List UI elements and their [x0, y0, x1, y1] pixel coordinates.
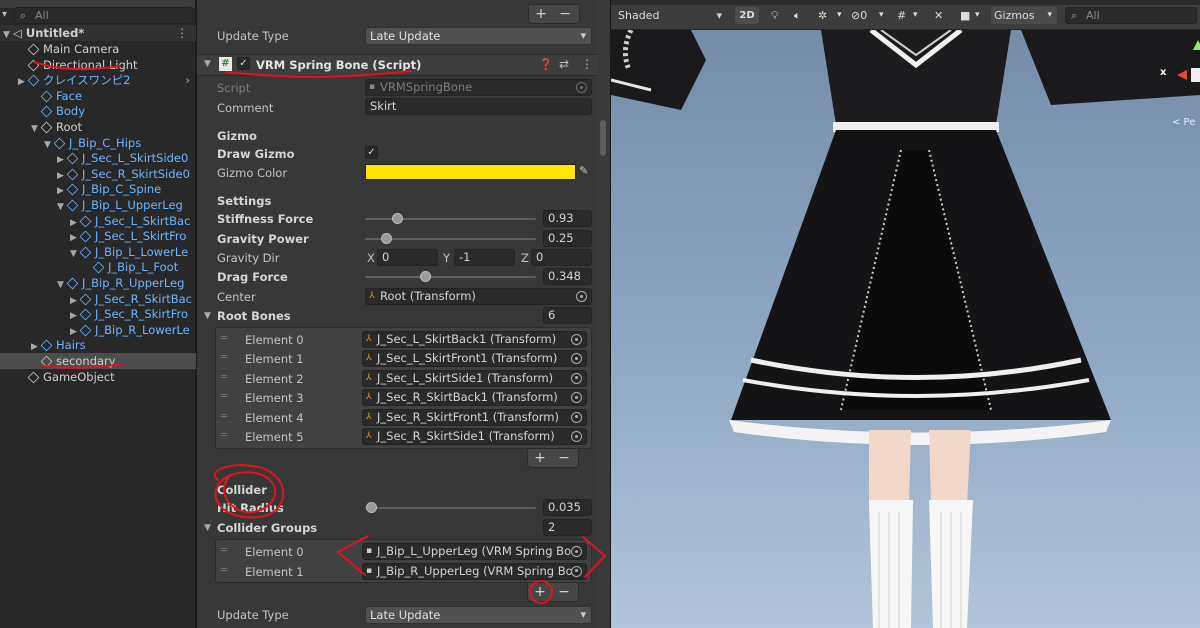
annotation-bracket-right	[582, 536, 607, 578]
annotation-underline-prefab	[33, 61, 121, 71]
annotation-bracket-left	[336, 535, 369, 576]
annotation-underline-component	[225, 70, 411, 78]
annotation-underline-secondary	[41, 363, 123, 369]
annotation-scribble-collider	[214, 464, 285, 519]
annotation-layer	[33, 61, 607, 604]
annotation-circle-add	[529, 580, 553, 604]
